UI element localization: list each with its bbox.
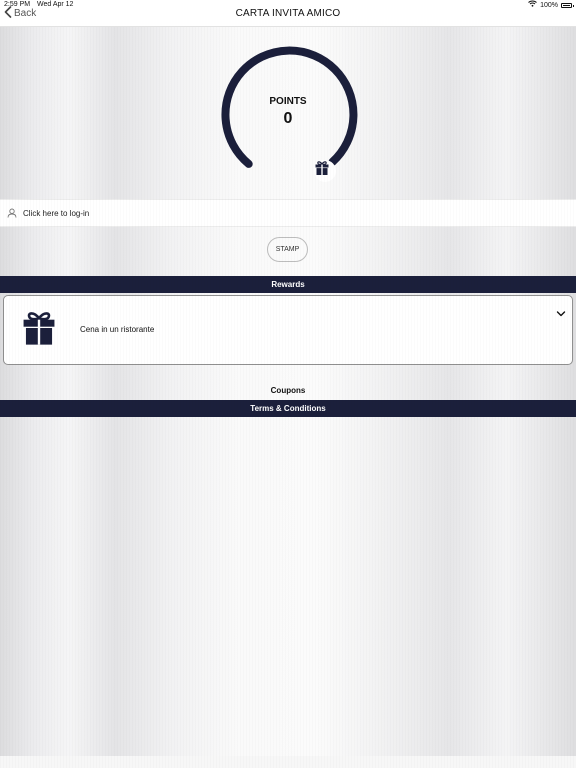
bottom-strip bbox=[0, 756, 576, 768]
coupons-header: Coupons bbox=[270, 386, 306, 395]
login-text: Click here to log-in bbox=[23, 208, 90, 218]
chevron-down-icon[interactable] bbox=[556, 305, 566, 323]
terms-header[interactable]: Terms & Conditions bbox=[0, 400, 576, 417]
status-date: Wed Apr 12 bbox=[37, 1, 74, 8]
status-bar: 2:59 PM Wed Apr 12 100% bbox=[0, 0, 576, 10]
gift-icon bbox=[20, 309, 58, 352]
rewards-header: Rewards bbox=[0, 276, 576, 293]
user-icon bbox=[7, 208, 17, 218]
points-label: POINTS bbox=[269, 96, 307, 107]
battery-icon bbox=[561, 3, 574, 8]
stamp-button[interactable]: STAMP bbox=[267, 237, 308, 262]
gift-icon bbox=[314, 160, 336, 182]
points-gauge: POINTS 0 bbox=[218, 46, 358, 186]
status-indicators: 100% bbox=[528, 0, 574, 11]
points-value: 0 bbox=[283, 110, 293, 127]
wifi-icon bbox=[528, 0, 537, 11]
reward-item[interactable]: Cena in un ristorante bbox=[3, 295, 573, 365]
login-row[interactable]: Click here to log-in bbox=[0, 199, 576, 227]
status-time: 2:59 PM bbox=[4, 1, 31, 8]
reward-title: Cena in un ristorante bbox=[80, 325, 155, 334]
battery-percent: 100% bbox=[540, 1, 558, 9]
